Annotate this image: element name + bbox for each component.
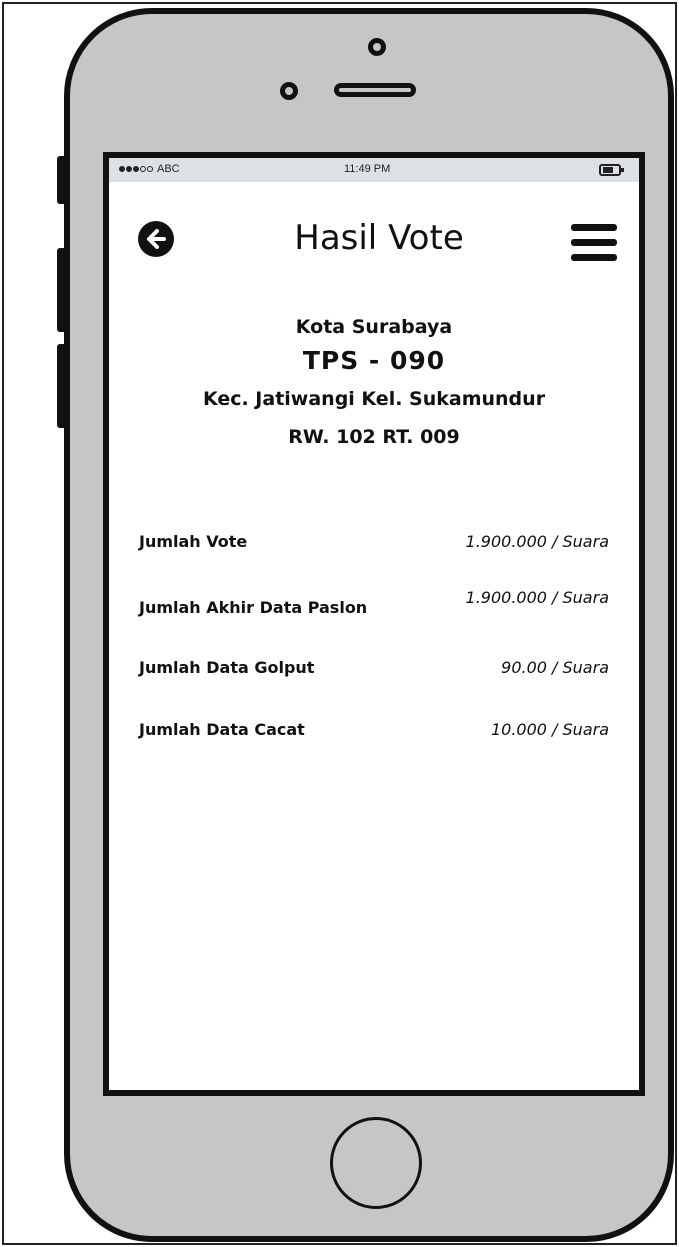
stat-value: 90.00 / Suara <box>501 658 609 677</box>
tps-number: TPS - 090 <box>302 346 446 375</box>
city-name: Kota Surabaya <box>295 316 453 338</box>
page-title: Hasil Vote <box>294 218 464 258</box>
stat-label: Jumlah Akhir Data Paslon <box>139 598 368 617</box>
front-camera <box>368 38 386 56</box>
stat-row-akhir-data-paslon: Jumlah Akhir Data Paslon 1.900.000 / Sua… <box>139 588 609 652</box>
stat-value: 1.900.000 / Suara <box>465 532 609 551</box>
stat-label: Jumlah Data Golput <box>139 658 315 677</box>
stat-value: 1.900.000 / Suara <box>465 588 609 607</box>
district-name: Kec. Jatiwangi Kel. Sukamundur <box>202 388 546 410</box>
hamburger-menu-icon[interactable] <box>571 222 619 264</box>
back-arrow-icon[interactable] <box>138 221 174 257</box>
phone-screen: ABC 11:49 PM Hasil Vote Kota Surabaya TP… <box>103 152 645 1096</box>
status-time: 11:49 PM <box>344 163 391 175</box>
earpiece-speaker <box>334 83 416 97</box>
stat-label: Jumlah Data Cacat <box>139 720 305 739</box>
vote-stats-list: Jumlah Vote 1.900.000 / Suara Jumlah Akh… <box>139 528 609 776</box>
proximity-sensor <box>280 82 298 100</box>
stat-row-data-golput: Jumlah Data Golput 90.00 / Suara <box>139 652 609 714</box>
stat-row-jumlah-vote: Jumlah Vote 1.900.000 / Suara <box>139 528 609 590</box>
stat-row-data-cacat: Jumlah Data Cacat 10.000 / Suara <box>139 714 609 776</box>
stat-label: Jumlah Vote <box>139 532 248 551</box>
status-bar: ABC 11:49 PM <box>109 158 639 182</box>
carrier-signal: ABC <box>119 163 180 175</box>
stat-value: 10.000 / Suara <box>490 720 609 739</box>
home-button[interactable] <box>330 1117 422 1209</box>
signal-strength-icon <box>119 166 153 172</box>
battery-icon <box>599 164 624 176</box>
rw-rt-number: RW. 102 RT. 009 <box>288 426 460 448</box>
carrier-name: ABC <box>157 163 180 175</box>
location-info: Kota Surabaya TPS - 090 Kec. Jatiwangi K… <box>109 312 639 456</box>
